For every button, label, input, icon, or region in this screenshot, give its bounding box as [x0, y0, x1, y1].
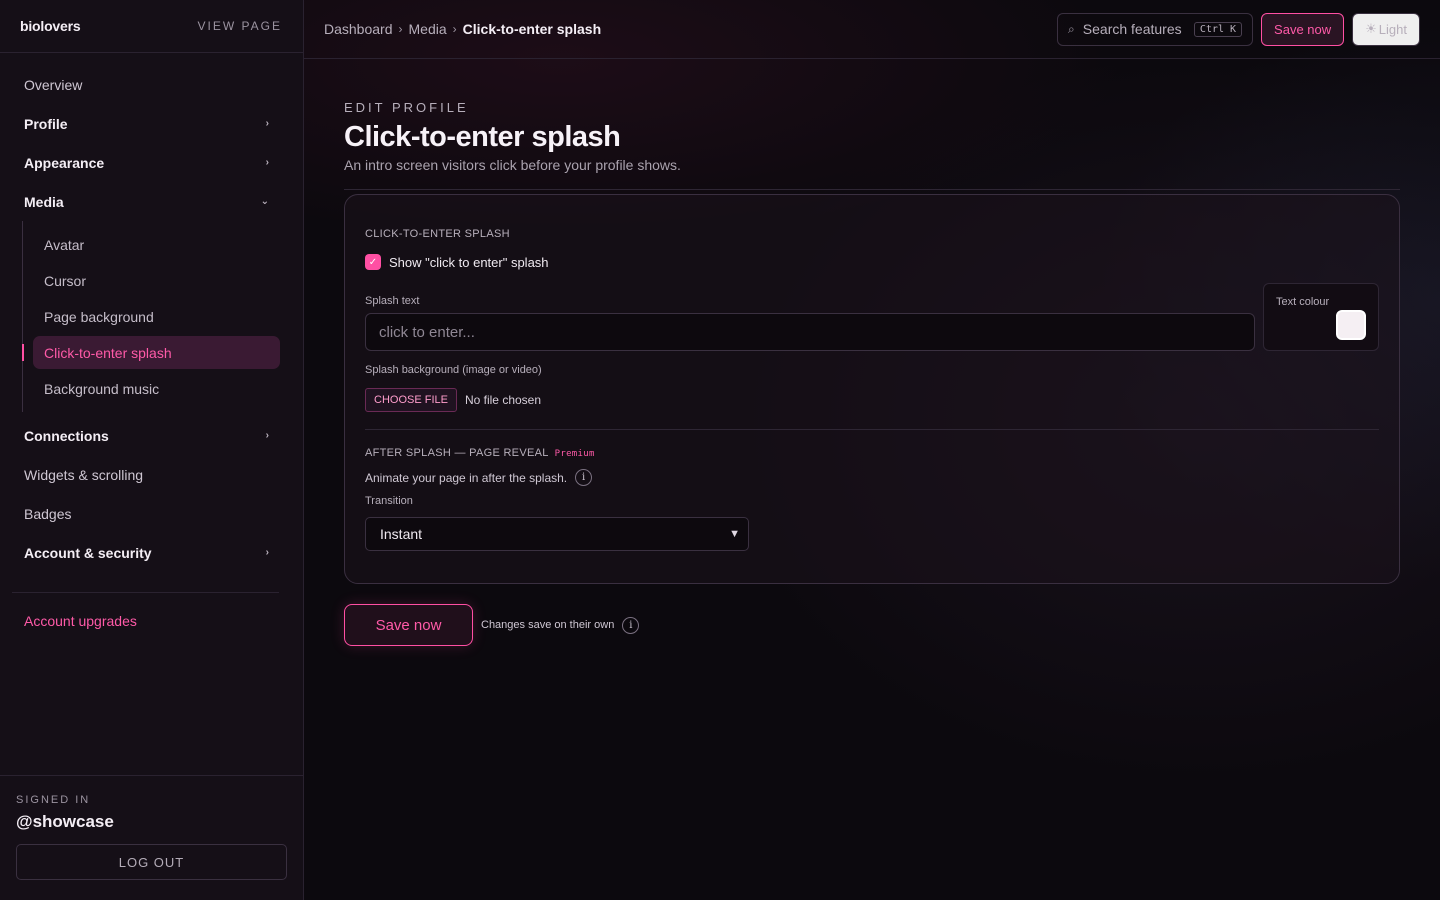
brand-logo[interactable]: biolovers: [20, 18, 81, 34]
sidebar-item-label: Connections: [24, 427, 109, 444]
save-now-button[interactable]: Save now: [344, 604, 473, 646]
after-splash-label: AFTER SPLASH — PAGE REVEAL: [365, 447, 549, 459]
save-now-top-button[interactable]: Save now: [1261, 12, 1345, 46]
chevron-down-icon: ▼: [729, 528, 740, 540]
search-shortcut-badge: Ctrl K: [1193, 21, 1243, 37]
sun-icon: ☀: [1365, 21, 1377, 36]
sidebar-header: biolovers VIEW PAGE: [0, 0, 303, 53]
page-title: Click-to-enter splash: [344, 121, 621, 153]
sidebar-subitem-cursor[interactable]: Cursor: [33, 264, 280, 297]
breadcrumb: Dashboard › Media › Click-to-enter splas…: [324, 21, 601, 37]
sidebar-item-overview[interactable]: Overview: [0, 65, 303, 104]
info-icon[interactable]: i: [622, 616, 640, 634]
account-upgrades-link[interactable]: Account upgrades: [0, 593, 303, 629]
chevron-right-icon: ›: [265, 547, 269, 558]
breadcrumb-media[interactable]: Media: [409, 21, 447, 37]
sidebar-item-account[interactable]: Account & security ›: [0, 533, 303, 572]
sidebar-item-media[interactable]: Media ⌄: [0, 182, 303, 221]
sidebar-item-label: Media: [24, 193, 64, 210]
sidebar: biolovers VIEW PAGE Overview Profile › A…: [0, 0, 304, 900]
chevron-down-icon: ⌄: [260, 196, 269, 207]
chevron-right-icon: ›: [265, 430, 269, 441]
premium-badge: Premium: [554, 449, 595, 459]
signed-in-panel: SIGNED IN @showcase LOG OUT: [0, 775, 303, 900]
chevron-right-icon: ›: [265, 118, 269, 129]
show-splash-label: Show "click to enter" splash: [389, 254, 549, 270]
sidebar-item-label: Account & security: [24, 544, 152, 561]
header-divider: [344, 189, 1400, 190]
signed-in-label: SIGNED IN: [16, 794, 91, 806]
animate-description: Animate your page in after the splash.: [365, 470, 568, 485]
topbar-actions: ⌕ Search features Ctrl K Save now ☀ Ligh…: [1057, 12, 1420, 46]
card-divider: [365, 429, 1379, 430]
splash-text-input[interactable]: click to enter...: [365, 313, 1255, 351]
theme-toggle-button[interactable]: ☀ Light: [1352, 12, 1420, 46]
sidebar-item-label: Appearance: [24, 154, 105, 171]
animate-description-row: Animate your page in after the splash. i: [365, 469, 593, 486]
media-submenu: Avatar Cursor Page background Click-to-e…: [22, 221, 280, 412]
logout-button[interactable]: LOG OUT: [16, 844, 287, 880]
breadcrumb-separator-icon: ›: [452, 22, 457, 36]
sidebar-item-label: Profile: [24, 115, 68, 132]
sidebar-item-widgets[interactable]: Widgets & scrolling: [0, 455, 303, 494]
checkbox-checked-icon[interactable]: ✓: [365, 254, 381, 270]
breadcrumb-dashboard[interactable]: Dashboard: [324, 21, 393, 37]
sidebar-item-label: Widgets & scrolling: [24, 466, 144, 483]
info-icon[interactable]: i: [575, 469, 593, 486]
splash-background-label: Splash background (image or video): [365, 364, 542, 376]
sidebar-item-connections[interactable]: Connections ›: [0, 416, 303, 455]
show-splash-toggle[interactable]: ✓ Show "click to enter" splash: [365, 254, 549, 270]
chevron-right-icon: ›: [265, 157, 269, 168]
page-description: An intro screen visitors click before yo…: [344, 157, 681, 173]
search-icon: ⌕: [1068, 21, 1075, 36]
splash-text-placeholder: click to enter...: [379, 323, 475, 341]
topbar: Dashboard › Media › Click-to-enter splas…: [304, 0, 1440, 59]
page-eyebrow: EDIT PROFILE: [344, 100, 469, 115]
sidebar-item-profile[interactable]: Profile ›: [0, 104, 303, 143]
splash-text-label: Splash text: [365, 295, 420, 307]
sidebar-item-badges[interactable]: Badges: [0, 494, 303, 533]
sidebar-item-label: Overview: [24, 76, 83, 93]
view-page-link[interactable]: VIEW PAGE: [198, 19, 282, 33]
sidebar-item-appearance[interactable]: Appearance ›: [0, 143, 303, 182]
breadcrumb-separator-icon: ›: [398, 22, 403, 36]
file-upload: CHOOSE FILE No file chosen: [365, 388, 541, 412]
sidebar-subitem-background-music[interactable]: Background music: [33, 372, 280, 405]
sidebar-subitem-click-to-enter-splash[interactable]: Click-to-enter splash: [22, 336, 280, 369]
search-placeholder: Search features: [1082, 21, 1182, 37]
search-features-input[interactable]: ⌕ Search features Ctrl K: [1057, 12, 1254, 46]
transition-select[interactable]: Instant ▼: [365, 517, 749, 551]
text-colour-swatch[interactable]: [1336, 310, 1366, 340]
transition-label: Transition: [365, 495, 413, 507]
user-handle: @showcase: [16, 812, 114, 831]
sidebar-item-label: Badges: [24, 505, 72, 522]
text-colour-label: Text colour: [1276, 296, 1330, 308]
section-label: CLICK-TO-ENTER SPLASH: [365, 228, 510, 240]
sidebar-subitem-page-background[interactable]: Page background: [33, 300, 280, 333]
save-note: Changes save on their own: [481, 619, 615, 631]
bottom-actions: Save now Changes save on their own i: [344, 604, 1400, 646]
splash-settings-card: CLICK-TO-ENTER SPLASH ✓ Show "click to e…: [344, 194, 1400, 584]
choose-file-button[interactable]: CHOOSE FILE: [365, 388, 457, 412]
file-status: No file chosen: [464, 393, 542, 407]
sidebar-subitem-avatar[interactable]: Avatar: [33, 228, 280, 261]
text-colour-picker[interactable]: Text colour: [1263, 283, 1379, 351]
breadcrumb-current: Click-to-enter splash: [462, 21, 602, 37]
main-content: EDIT PROFILE Click-to-enter splash An in…: [344, 100, 1400, 646]
transition-value: Instant: [380, 526, 423, 542]
theme-toggle-label: Light: [1378, 21, 1407, 37]
after-splash-section-label: AFTER SPLASH — PAGE REVEAL Premium: [365, 447, 595, 459]
sidebar-nav: Overview Profile › Appearance › Media ⌄ …: [0, 53, 303, 572]
